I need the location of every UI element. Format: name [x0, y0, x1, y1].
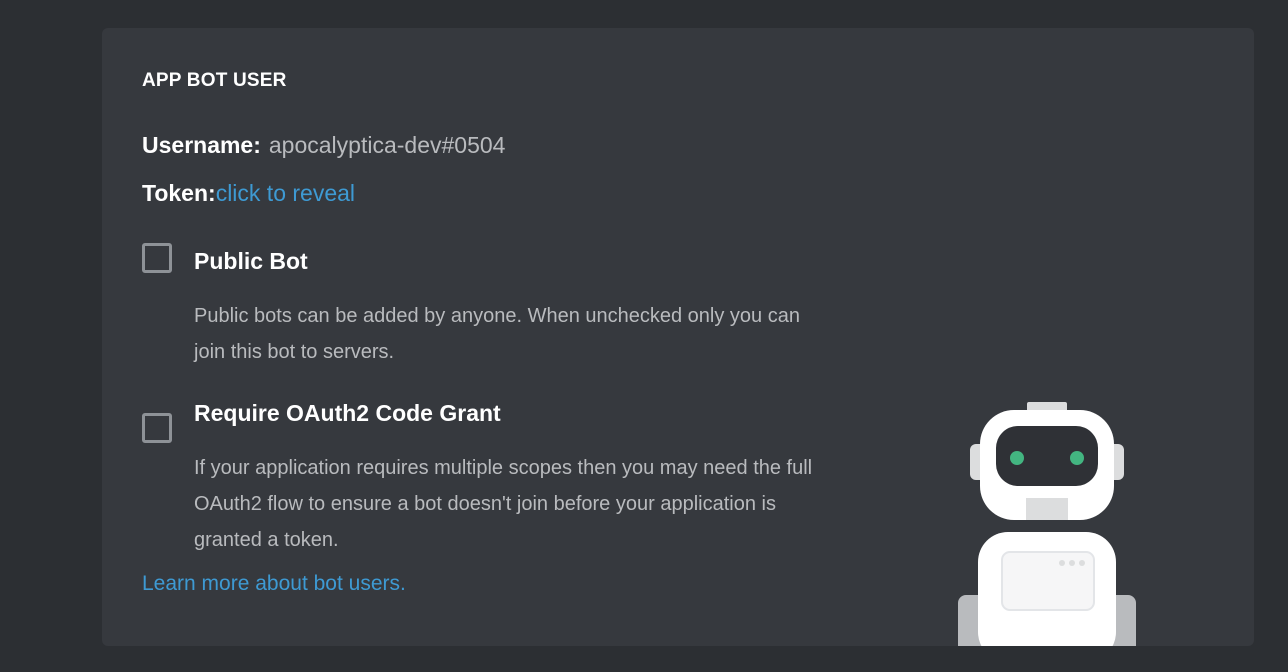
reveal-token-link[interactable]: click to reveal [216, 180, 355, 206]
public-bot-title: Public Bot [194, 248, 308, 274]
token-row: Token:click to reveal [142, 180, 355, 207]
username-row: Username: apocalyptica-dev#0504 [142, 132, 505, 159]
page: APP BOT USER Username: apocalyptica-dev#0… [0, 0, 1288, 672]
robot-right-eye [1070, 451, 1084, 465]
oauth2-grant-description: If your application requires multiple sc… [194, 457, 813, 551]
public-bot-description: Public bots can be added by anyone. When… [194, 305, 800, 363]
oauth2-grant-checkbox[interactable] [142, 413, 172, 443]
oauth2-grant-title: Require OAuth2 Code Grant [194, 400, 501, 426]
bot-user-card: APP BOT USER Username: apocalyptica-dev#0… [102, 28, 1254, 646]
robot-neck [1026, 498, 1068, 520]
username-value: apocalyptica-dev#0504 [268, 132, 506, 158]
learn-more-link[interactable]: Learn more about bot users. [142, 572, 406, 596]
robot-left-eye [1010, 451, 1024, 465]
token-label: Token: [142, 180, 216, 206]
username-label: Username: [142, 132, 261, 158]
robot-chest-dot [1059, 560, 1065, 566]
robot-chest-dot [1079, 560, 1085, 566]
public-bot-checkbox[interactable] [142, 243, 172, 273]
section-title: APP BOT USER [142, 70, 287, 91]
robot-illustration-icon [958, 402, 1136, 646]
robot-chest-dot [1069, 560, 1075, 566]
